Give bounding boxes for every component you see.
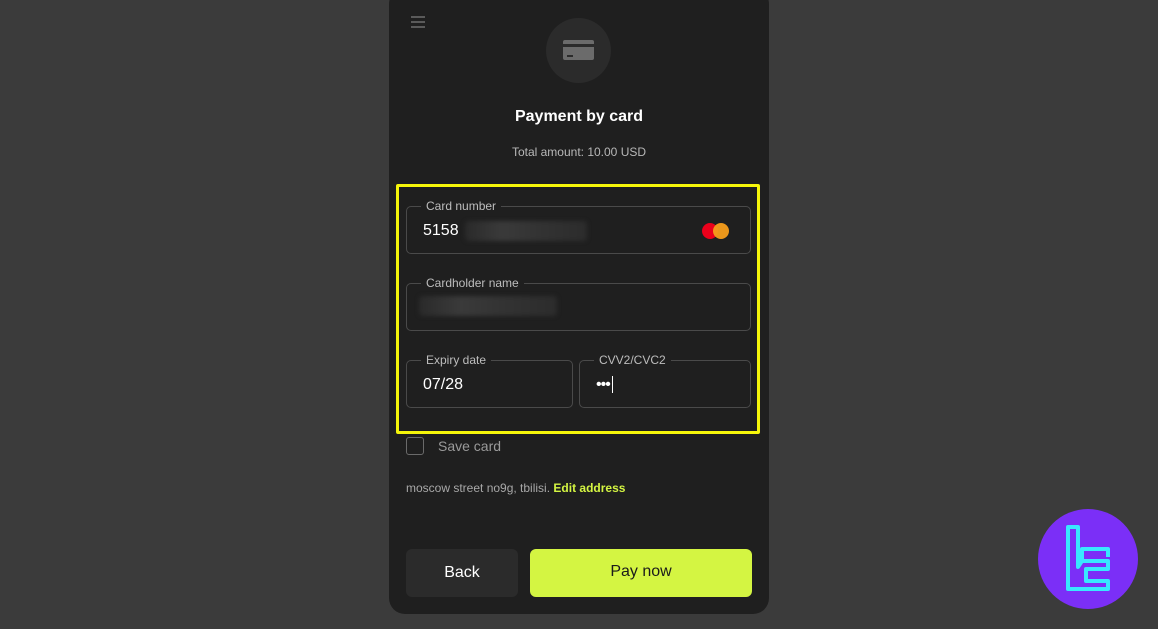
credit-card-badge (546, 18, 611, 83)
cardholder-name-label: Cardholder name (421, 276, 524, 290)
cvv-value: ••• (596, 375, 613, 395)
card-number-value: 5158 (423, 222, 459, 239)
hamburger-menu-icon[interactable] (411, 16, 425, 28)
mastercard-icon (702, 223, 730, 239)
tradingfinder-logo-icon (1038, 509, 1138, 609)
card-number-masked (465, 221, 587, 241)
card-number-field[interactable]: Card number 5158 (406, 199, 751, 254)
cvv-label: CVV2/CVC2 (594, 353, 671, 367)
cardholder-name-field[interactable]: Cardholder name (406, 276, 751, 331)
save-card-checkbox[interactable] (406, 437, 424, 455)
card-number-label: Card number (421, 199, 502, 213)
page-title: Payment by card (514, 108, 644, 125)
billing-address: moscow street no9g, tbilisi. Edit addres… (406, 481, 625, 495)
pay-now-button[interactable]: Pay now (530, 549, 752, 597)
total-amount: Total amount: 10.00 USD (511, 145, 647, 159)
save-card-label: Save card (438, 438, 502, 454)
credit-card-icon (563, 40, 594, 60)
back-button[interactable]: Back (406, 549, 518, 597)
address-text: moscow street no9g, tbilisi. (406, 481, 551, 495)
expiry-date-field[interactable]: Expiry date 07/28 (406, 353, 573, 408)
cvv-field[interactable]: CVV2/CVC2 ••• (579, 353, 751, 408)
page: Payment by card Total amount: 10.00 USD … (0, 0, 1158, 629)
text-caret (611, 376, 613, 394)
edit-address-link[interactable]: Edit address (553, 481, 625, 495)
expiry-date-value: 07/28 (423, 376, 464, 393)
payment-panel: Payment by card Total amount: 10.00 USD … (389, 0, 769, 614)
cardholder-name-masked (419, 296, 557, 316)
expiry-date-label: Expiry date (421, 353, 492, 367)
